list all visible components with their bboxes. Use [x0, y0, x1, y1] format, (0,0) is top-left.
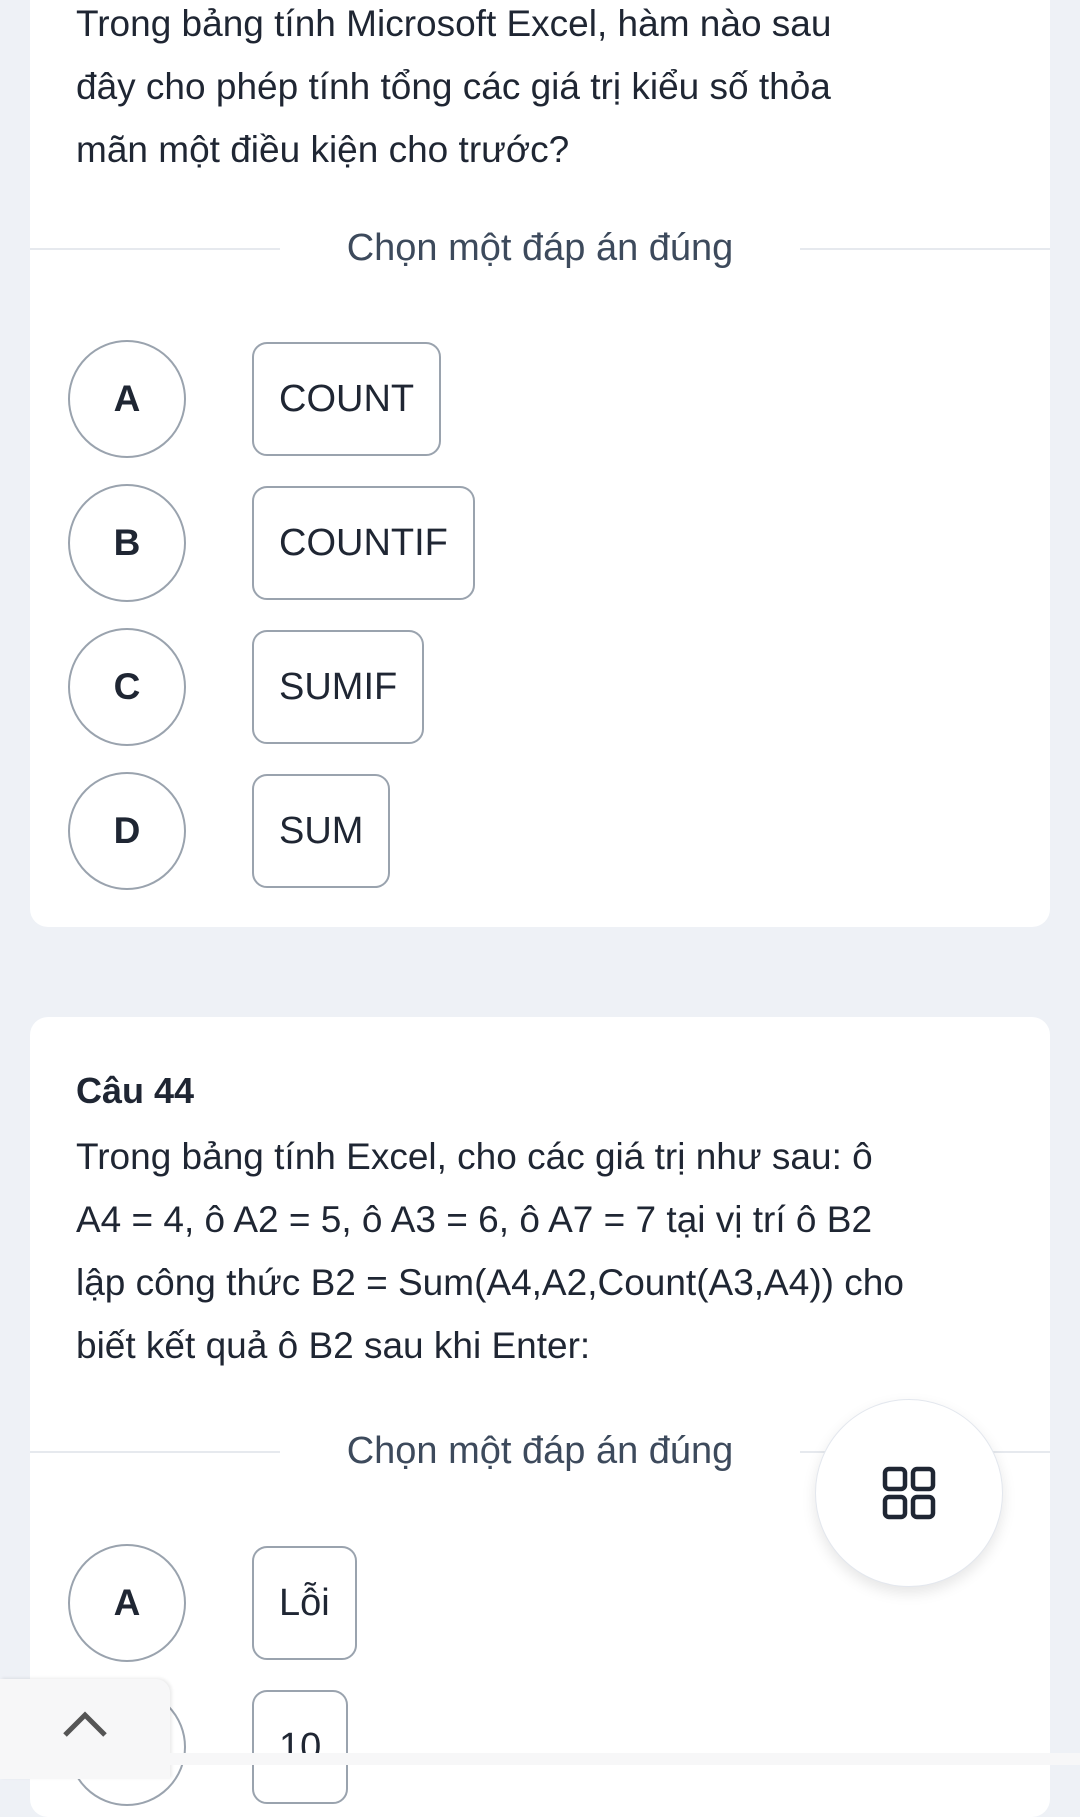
- question-text: Trong bảng tính Excel, cho các giá trị n…: [76, 1125, 1016, 1377]
- option-letter[interactable]: A: [68, 340, 186, 458]
- bottom-bar: [0, 1753, 1080, 1765]
- question-number: Câu 44: [76, 1070, 195, 1111]
- option-answer[interactable]: COUNT: [252, 342, 442, 456]
- answer-prompt-divider: Chọn một đáp án đúng: [30, 218, 1050, 278]
- option-letter[interactable]: B: [68, 484, 186, 602]
- grid-icon: [882, 1466, 936, 1520]
- question-text-line: Trong bảng tính Excel, cho các giá trị n…: [76, 1136, 873, 1177]
- chevron-up-icon: [63, 1711, 107, 1737]
- option-answer[interactable]: COUNTIF: [252, 486, 475, 600]
- question-grid-button[interactable]: [815, 1399, 1003, 1587]
- question-text-line: A4 = 4, ô A2 = 5, ô A3 = 6, ô A7 = 7 tại…: [76, 1199, 873, 1240]
- option-answer[interactable]: SUM: [252, 774, 391, 888]
- option-answer[interactable]: SUMIF: [252, 630, 425, 744]
- option-letter[interactable]: A: [68, 1544, 186, 1662]
- question-text-line: Trong bảng tính Microsoft Excel, hàm nào…: [76, 3, 832, 44]
- option-answer[interactable]: Lỗi: [252, 1546, 357, 1660]
- question-text-line: lập công thức B2 = Sum(A4,A2,Count(A3,A4…: [76, 1262, 904, 1303]
- question-text: Trong bảng tính Microsoft Excel, hàm nào…: [76, 0, 1016, 181]
- answer-prompt: Chọn một đáp án đúng: [346, 227, 734, 269]
- question-card: Trong bảng tính Microsoft Excel, hàm nào…: [30, 0, 1050, 927]
- option-letter[interactable]: C: [68, 628, 186, 746]
- option-answer[interactable]: 10: [252, 1690, 349, 1804]
- question-text-line: đây cho phép tính tổng các giá trị kiểu …: [76, 66, 831, 107]
- question-text-line: biết kết quả ô B2 sau khi Enter:: [76, 1325, 591, 1366]
- question-text-line: mãn một điều kiện cho trước?: [76, 129, 570, 170]
- option-letter[interactable]: D: [68, 772, 186, 890]
